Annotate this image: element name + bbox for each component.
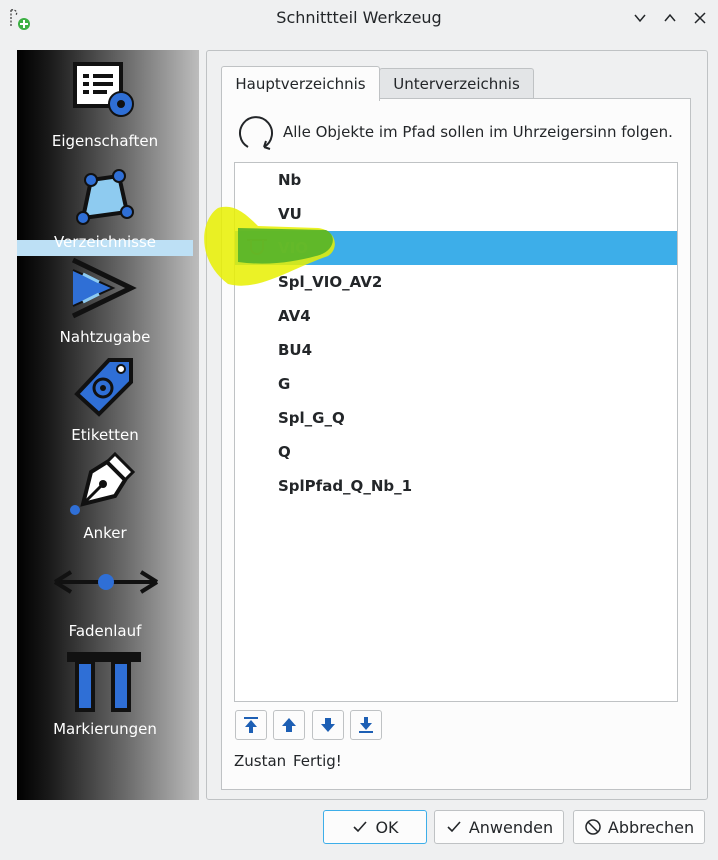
sidebar: Eigenschaften Verzeichnisse Nahtzugabe E…	[17, 50, 199, 800]
sidebar-item-label: Markierungen	[53, 720, 157, 738]
tab-main-path[interactable]: Hauptverzeichnis	[221, 66, 380, 101]
list-item-label: G	[278, 375, 291, 393]
list-item-label: VU	[278, 205, 302, 223]
list-item[interactable]: Spl_VIO_AV2	[235, 265, 677, 299]
move-top-button[interactable]	[235, 710, 267, 740]
list-item-label: BU4	[278, 341, 313, 359]
list-item[interactable]: AV4	[235, 299, 677, 333]
polygon-path-icon	[76, 169, 134, 225]
passmark-u-icon	[247, 239, 267, 255]
apply-button[interactable]: Anwenden	[434, 810, 564, 844]
sidebar-item-labels[interactable]: Etiketten	[17, 352, 199, 450]
window-title: Schnittteil Werkzeug	[276, 8, 442, 27]
list-item-label: AV4	[278, 307, 311, 325]
list-item-selected[interactable]: VIO	[235, 231, 677, 265]
move-down-button[interactable]	[312, 710, 344, 740]
move-bottom-icon	[359, 717, 373, 733]
title-bar: Schnittteil Werkzeug	[0, 0, 718, 36]
clockwise-icon	[239, 116, 273, 150]
minimize-button[interactable]	[628, 6, 652, 30]
move-down-icon	[321, 718, 335, 732]
cancel-icon	[585, 819, 601, 835]
list-item[interactable]: VU	[235, 197, 677, 231]
tab-sub-path[interactable]: Unterverzeichnis	[379, 68, 534, 99]
sidebar-item-label: Etiketten	[71, 426, 139, 444]
move-up-icon	[282, 718, 296, 732]
list-item[interactable]: BU4	[235, 333, 677, 367]
move-up-button[interactable]	[273, 710, 305, 740]
cancel-button[interactable]: Abbrechen	[573, 810, 705, 844]
status-label: Zustand:	[234, 752, 286, 770]
move-top-icon	[244, 717, 258, 733]
maximize-button[interactable]	[658, 6, 682, 30]
list-item[interactable]: Spl_G_Q	[235, 401, 677, 435]
ok-button-label: OK	[375, 817, 399, 837]
sidebar-item-label: Verzeichnisse	[53, 233, 157, 251]
move-bottom-button[interactable]	[350, 710, 382, 740]
grainline-arrow-icon	[53, 570, 159, 594]
chevron-up-icon	[664, 13, 676, 22]
list-item[interactable]: SplPfad_Q_Nb_1	[235, 469, 677, 503]
label-tag-icon	[74, 358, 133, 417]
sidebar-item-passmarks[interactable]: Markierungen	[17, 646, 199, 744]
sidebar-item-label: Fadenlauf	[68, 622, 142, 640]
list-item-label: VIO	[278, 239, 308, 257]
sidebar-item-label: Anker	[83, 524, 127, 542]
ok-button[interactable]: OK	[323, 810, 427, 844]
list-item-label: Q	[278, 443, 291, 461]
list-item[interactable]: G	[235, 367, 677, 401]
list-item-label: Spl_G_Q	[278, 409, 345, 427]
sidebar-item-seam-allowance[interactable]: Nahtzugabe	[17, 254, 199, 352]
seam-allowance-icon	[71, 257, 137, 319]
close-button[interactable]	[688, 6, 712, 30]
list-item[interactable]: Q	[235, 435, 677, 469]
list-item-label: Spl_VIO_AV2	[278, 273, 383, 291]
list-item[interactable]: Nb	[235, 163, 677, 197]
chevron-down-icon	[634, 14, 646, 23]
pen-anchor-icon	[70, 452, 136, 515]
sidebar-item-paths[interactable]: Verzeichnisse	[17, 58, 199, 256]
check-icon	[353, 821, 368, 833]
list-item-label: SplPfad_Q_Nb_1	[278, 477, 413, 495]
passmark-icon	[67, 652, 141, 712]
check-icon	[447, 821, 461, 833]
cancel-button-label: Abbrechen	[607, 817, 695, 837]
list-item-label: Nb	[278, 171, 302, 189]
sidebar-item-label: Nahtzugabe	[59, 328, 151, 346]
apply-button-label: Anwenden	[468, 817, 554, 837]
sidebar-item-anchor[interactable]: Anker	[17, 450, 199, 548]
path-objects-list[interactable]: Nb VU VIO Spl_VIO_AV2 AV4 BU4 G Spl_G_Q …	[234, 162, 678, 702]
sidebar-item-grainline[interactable]: Fadenlauf	[17, 548, 199, 646]
status-value: Fertig!	[293, 752, 342, 770]
clockwise-hint: Alle Objekte im Pfad sollen im Uhrzeiger…	[283, 123, 673, 141]
close-icon	[694, 12, 706, 24]
